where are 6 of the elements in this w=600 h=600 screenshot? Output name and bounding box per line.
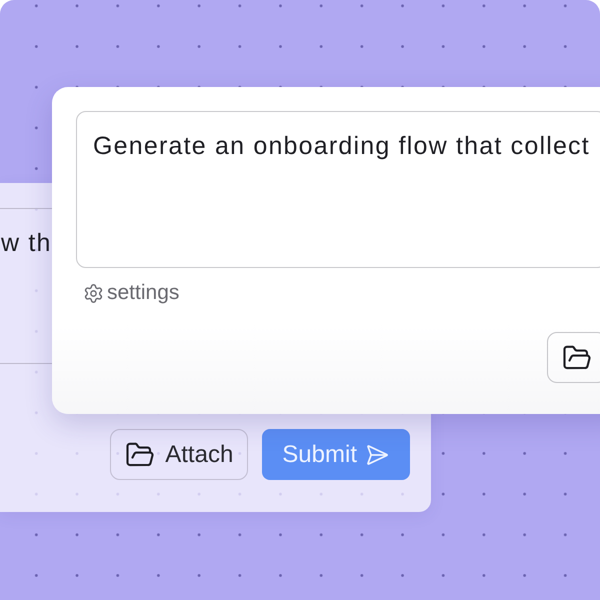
prompt-field[interactable]: Generate an onboarding flow that collect	[76, 111, 600, 268]
attach-button[interactable]	[547, 332, 600, 383]
settings-link[interactable]: settings	[83, 281, 180, 305]
settings-icon	[83, 282, 104, 304]
attach-button[interactable]: Attach	[110, 429, 248, 480]
send-icon	[365, 442, 389, 466]
